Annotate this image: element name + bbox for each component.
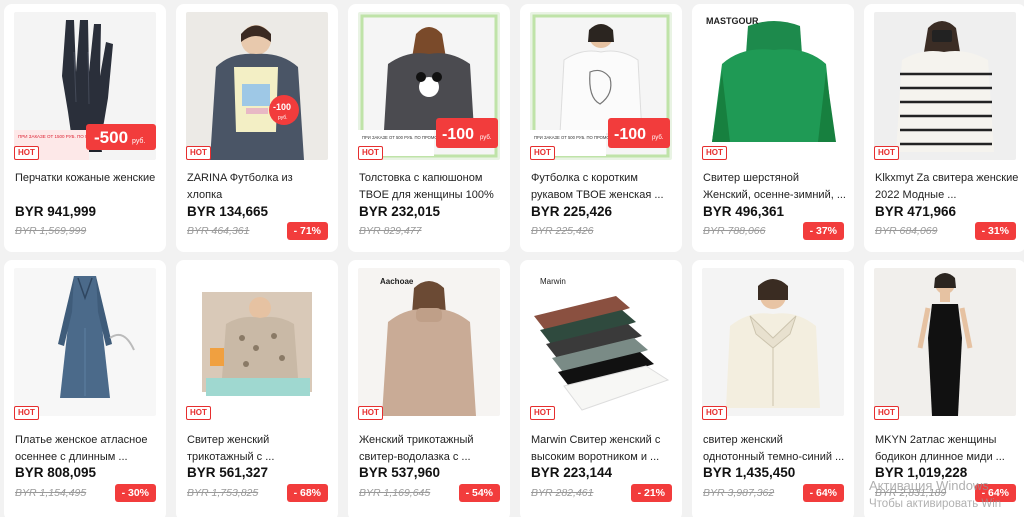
product-price: BYR 223,144	[531, 465, 613, 480]
product-price: BYR 1,435,450	[703, 465, 796, 480]
product-card[interactable]: HOT свитер женский однотонный темно-сини…	[692, 260, 854, 517]
discount-badge: - 68%	[286, 484, 328, 502]
product-old-price: BYR 1,753,825	[187, 487, 259, 499]
product-price: BYR 941,999	[15, 204, 97, 219]
svg-text:MASTGOUR: MASTGOUR	[706, 16, 759, 26]
product-card[interactable]: ПРИ ЗАКАЗЕ ОТ 1500 РУБ. ПО ПРОМОКОДУ ALI…	[4, 4, 166, 252]
svg-text:-500: -500	[94, 128, 128, 147]
svg-text:руб.: руб.	[278, 115, 288, 121]
hot-badge: HOT	[14, 146, 39, 160]
product-old-price: BYR 282,461	[531, 487, 594, 499]
tshirt-model-image[interactable]: -100 руб.	[186, 12, 328, 160]
product-title[interactable]: Свитер женский трикотажный с ...	[187, 432, 331, 466]
hot-badge: HOT	[358, 146, 383, 160]
product-price: BYR 808,095	[15, 465, 97, 480]
product-title[interactable]: Футболка с коротким рукавом TBOE женская…	[531, 170, 675, 204]
satin-dress-image[interactable]	[14, 268, 156, 416]
product-card[interactable]: Aachoae HOT Женский трикотажный свитер-в…	[348, 260, 510, 517]
folded-sweaters-image[interactable]: Marwin	[530, 268, 672, 416]
product-old-price: BYR 1,169,645	[359, 487, 431, 499]
product-card[interactable]: HOT Платье женское атласное осеннее с дл…	[4, 260, 166, 517]
discount-badge: - 37%	[802, 222, 844, 240]
svg-text:Aachoae: Aachoae	[380, 277, 414, 286]
hot-badge: HOT	[874, 146, 899, 160]
product-price: BYR 134,665	[187, 204, 269, 219]
product-old-price: BYR 225,426	[531, 225, 594, 237]
product-card[interactable]: ПРИ ЗАКАЗЕ ОТ 500 РУБ. ПО ПРОМОКОДУ ALIG…	[520, 4, 682, 252]
product-title[interactable]: Свитер шерстяной Женский, осенне-зимний,…	[703, 170, 847, 204]
hot-badge: HOT	[186, 146, 211, 160]
knit-sweater-image[interactable]	[186, 268, 328, 416]
svg-text:-100: -100	[614, 126, 646, 143]
striped-sweater-image[interactable]	[874, 12, 1016, 160]
hot-badge: HOT	[186, 406, 211, 420]
svg-text:-100: -100	[442, 126, 474, 143]
svg-text:Marwin: Marwin	[540, 277, 566, 286]
product-old-price: BYR 3,987,362	[703, 487, 775, 499]
hot-badge: HOT	[874, 406, 899, 420]
discount-badge: - 64%	[974, 484, 1016, 502]
product-title[interactable]: Платье женское атласное осеннее с длинны…	[15, 432, 159, 466]
green-sweater-image[interactable]: MASTGOUR	[702, 12, 844, 160]
discount-badge: - 64%	[802, 484, 844, 502]
product-card[interactable]: HOT MKYN 2атлас женщины бодикон длинное …	[864, 260, 1024, 517]
black-midi-dress-image[interactable]	[874, 268, 1016, 416]
hoodie-model-image[interactable]: ПРИ ЗАКАЗЕ ОТ 500 РУБ. ПО ПРОМОКОДУ ALIG…	[358, 12, 500, 160]
hot-badge: HOT	[702, 406, 727, 420]
product-card[interactable]: ПРИ ЗАКАЗЕ ОТ 500 РУБ. ПО ПРОМОКОДУ ALIG…	[348, 4, 510, 252]
hot-badge: HOT	[702, 146, 727, 160]
product-title[interactable]: свитер женский однотонный темно-синий ..…	[703, 432, 847, 466]
hot-badge: HOT	[530, 406, 555, 420]
svg-text:руб.: руб.	[652, 135, 664, 141]
white-tshirt-model-image[interactable]: ПРИ ЗАКАЗЕ ОТ 500 РУБ. ПО ПРОМОКОДУ ALIG…	[530, 12, 672, 160]
product-old-price: BYR 2,831,189	[875, 487, 947, 499]
product-old-price: BYR 464,361	[187, 225, 250, 237]
svg-text:-100: -100	[273, 102, 291, 112]
product-old-price: BYR 829,477	[359, 225, 422, 237]
product-title[interactable]: MKYN 2атлас женщины бодикон длинное миди…	[875, 432, 1019, 466]
product-card[interactable]: HOT Свитер женский трикотажный с ... BYR…	[176, 260, 338, 517]
leather-gloves-image[interactable]: ПРИ ЗАКАЗЕ ОТ 1500 РУБ. ПО ПРОМОКОДУ ALI…	[14, 12, 156, 160]
product-price: BYR 561,327	[187, 465, 269, 480]
hot-badge: HOT	[530, 146, 555, 160]
hot-badge: HOT	[358, 406, 383, 420]
product-title[interactable]: ZARINA Футболка из хлопка	[187, 170, 331, 204]
product-card[interactable]: HOT Klkxmyt Za свитера женские 2022 Модн…	[864, 4, 1024, 252]
product-card[interactable]: Marwin HOT Marwin Свитер женский с высок…	[520, 260, 682, 517]
discount-badge: - 71%	[286, 222, 328, 240]
discount-badge: - 21%	[630, 484, 672, 502]
product-title[interactable]: Klkxmyt Za свитера женские 2022 Модные .…	[875, 170, 1019, 204]
turtleneck-model-image[interactable]: Aachoae	[358, 268, 500, 416]
cream-cardigan-image[interactable]	[702, 268, 844, 416]
product-old-price: BYR 684,069	[875, 225, 938, 237]
svg-text:руб.: руб.	[132, 137, 145, 145]
product-price: BYR 537,960	[359, 465, 441, 480]
product-price: BYR 232,015	[359, 204, 441, 219]
discount-badge: - 31%	[974, 222, 1016, 240]
product-title[interactable]: Перчатки кожаные женские	[15, 170, 159, 204]
product-card[interactable]: -100 руб. HOT ZARINA Футболка из хлопка …	[176, 4, 338, 252]
discount-badge: - 54%	[458, 484, 500, 502]
product-title[interactable]: Женский трикотажный свитер-водолазка с .…	[359, 432, 503, 466]
product-title[interactable]: Толстовка с капюшоном TBOE для женщины 1…	[359, 170, 503, 204]
product-price: BYR 1,019,228	[875, 465, 968, 480]
product-old-price: BYR 1,154,495	[15, 487, 87, 499]
hot-badge: HOT	[14, 406, 39, 420]
discount-badge: - 30%	[114, 484, 156, 502]
product-price: BYR 496,361	[703, 204, 785, 219]
product-price: BYR 471,966	[875, 204, 957, 219]
svg-text:руб.: руб.	[480, 135, 492, 141]
product-title[interactable]: Marwin Свитер женский с высоким воротник…	[531, 432, 675, 466]
product-old-price: BYR 788,066	[703, 225, 766, 237]
product-old-price: BYR 1,569,999	[15, 225, 87, 237]
product-price: BYR 225,426	[531, 204, 613, 219]
product-card[interactable]: MASTGOUR HOT Свитер шерстяной Женский, о…	[692, 4, 854, 252]
